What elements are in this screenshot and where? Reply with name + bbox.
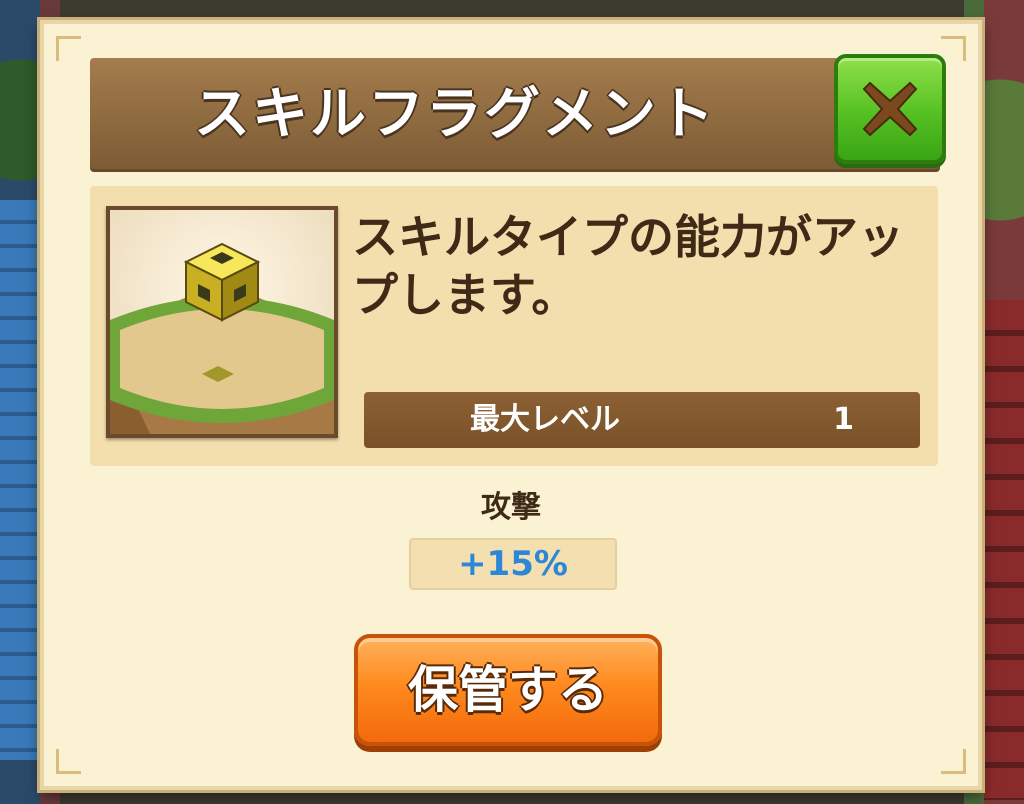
corner-ornament [941, 36, 966, 61]
background-building-right [984, 300, 1024, 800]
item-description: スキルタイプの能力がアップします。 [352, 210, 904, 322]
max-level-label: 最大レベル [470, 402, 620, 437]
stat-value: +15% [409, 538, 617, 590]
corner-ornament [941, 749, 966, 774]
store-button[interactable]: 保管する [354, 634, 662, 746]
item-info-panel: スキルタイプの能力がアップします。 最大レベル 1 [90, 186, 938, 466]
corner-ornament [56, 749, 81, 774]
max-level-bar: 最大レベル 1 [364, 392, 920, 448]
stat-label: 攻撃 [481, 490, 541, 525]
max-level-value: 1 [833, 402, 854, 437]
skill-fragment-dialog: スキルフラグメント スキルタイプの能力がアップします。 最大レベル 1 攻撃 +… [40, 20, 982, 790]
skill-fragment-icon [110, 242, 334, 434]
background-building-left [0, 200, 42, 760]
corner-ornament [56, 36, 81, 61]
dialog-header: スキルフラグメント [90, 58, 940, 172]
item-thumbnail [106, 206, 338, 438]
close-x-icon [862, 81, 918, 137]
dialog-title: スキルフラグメント [194, 82, 716, 147]
close-button[interactable] [834, 54, 946, 164]
